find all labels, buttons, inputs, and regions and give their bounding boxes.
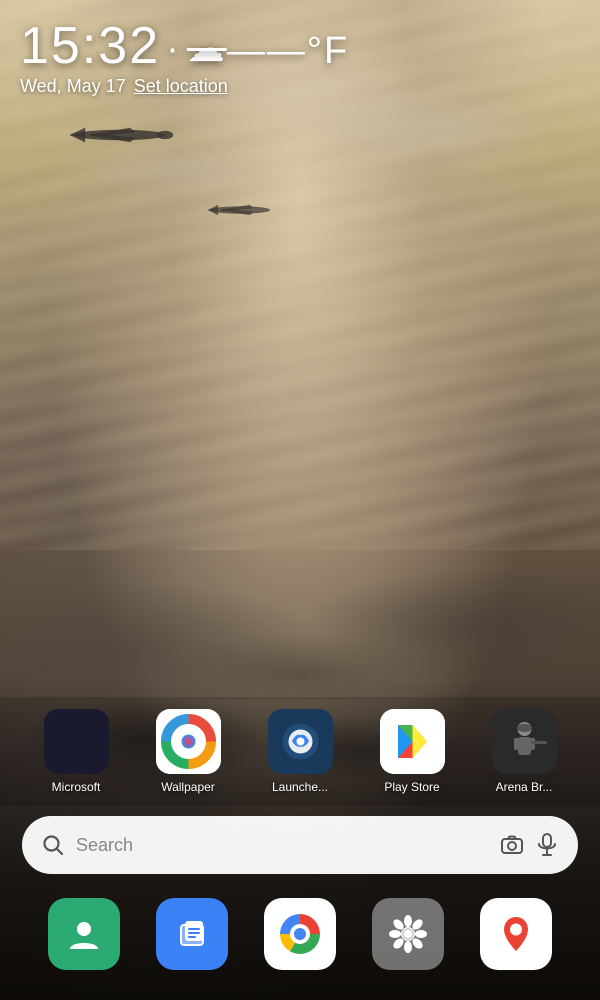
app-wallpaper[interactable]: Wallpaper [138, 709, 238, 794]
app-launcher[interactable]: Launche... [250, 709, 350, 794]
app-microsoft[interactable]: Microsoft [26, 709, 126, 794]
search-bar[interactable]: Search [22, 816, 578, 874]
status-bar: 15:32·☁——°F Wed, May 17 Set location [0, 0, 600, 97]
wallpaper-icon [156, 709, 221, 774]
date-text: Wed, May 17 [20, 76, 126, 97]
microsoft-icon [44, 709, 109, 774]
arena-label: Arena Br... [496, 780, 553, 794]
app-playstore[interactable]: Play Store [362, 709, 462, 794]
date-weather-row: Wed, May 17 Set location [20, 76, 580, 97]
dock-settings[interactable] [372, 898, 444, 970]
temperature-text: ——°F [227, 30, 349, 72]
app-row: Microsoft [0, 697, 600, 806]
dock-maps[interactable] [480, 898, 552, 970]
playstore-label: Play Store [384, 780, 439, 794]
home-screen: 15:32·☁——°F Wed, May 17 Set location Mic… [0, 0, 600, 1000]
search-icon [42, 834, 64, 856]
launcher-label: Launche... [272, 780, 328, 794]
app-arena[interactable]: Arena Br... [474, 709, 574, 794]
search-placeholder: Search [76, 835, 488, 856]
wallpaper-label: Wallpaper [161, 780, 215, 794]
playstore-icon [380, 709, 445, 774]
dock-chrome[interactable] [264, 898, 336, 970]
weather-cloud-icon: ☁ [187, 28, 227, 70]
dock-files[interactable] [156, 898, 228, 970]
launcher-icon [268, 709, 333, 774]
dock-contacts[interactable] [48, 898, 120, 970]
microsoft-label: Microsoft [52, 780, 101, 794]
bottom-dock [0, 884, 600, 1000]
camera-search-icon[interactable] [500, 833, 524, 857]
arena-icon [492, 709, 557, 774]
time-separator: · [166, 28, 181, 70]
time-display: 15:32·☁——°F [20, 20, 580, 72]
mic-search-icon[interactable] [536, 833, 558, 857]
time-text: 15:32 [20, 17, 160, 75]
set-location-button[interactable]: Set location [134, 76, 228, 97]
